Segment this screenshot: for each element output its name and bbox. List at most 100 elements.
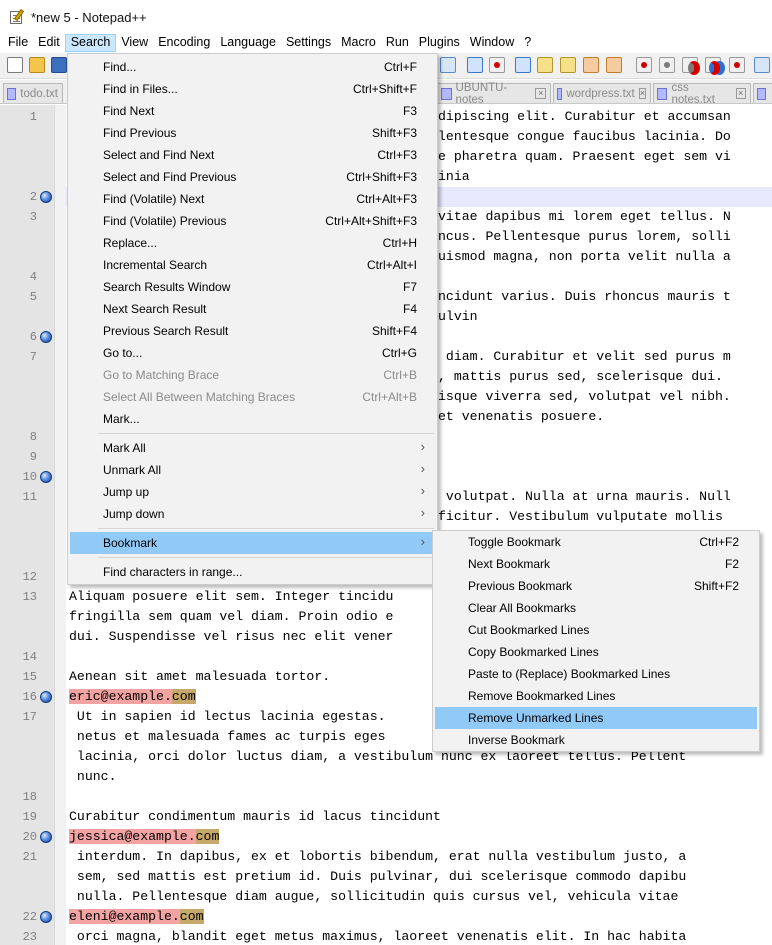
menu-item-next-bookmark[interactable]: Next Bookmark F2 [435, 553, 757, 575]
open-file-icon[interactable] [29, 57, 45, 73]
menu-item-mark[interactable]: Mark... [70, 408, 435, 430]
line-number: 23 [22, 930, 37, 944]
menu-window[interactable]: Window [465, 34, 519, 52]
chevron-right-icon: › [420, 505, 425, 520]
close-tab-icon[interactable]: × [535, 88, 546, 99]
indent-guide-icon[interactable] [515, 57, 531, 73]
line-number: 13 [22, 590, 37, 604]
new-file-icon[interactable] [7, 57, 23, 73]
close-tab-icon[interactable]: × [735, 88, 746, 99]
menu-item-select-find-next[interactable]: Select and Find Next Ctrl+F3 [70, 144, 435, 166]
bookmark-icon[interactable] [40, 471, 52, 483]
line-number: 3 [29, 210, 37, 224]
menu-encoding[interactable]: Encoding [153, 34, 215, 52]
menu-item-toggle-bookmark[interactable]: Toggle Bookmark Ctrl+F2 [435, 531, 757, 553]
tab-ubuntu-notes[interactable]: UBUNTU-notes × [437, 82, 551, 106]
menu-item-remove-unmarked-lines[interactable]: Remove Unmarked Lines [435, 707, 757, 729]
menu-item-bookmark[interactable]: Bookmark › [70, 532, 435, 554]
menu-item-unmark-all[interactable]: Unmark All › [70, 459, 435, 481]
more-toolbar-icon[interactable] [754, 57, 770, 73]
file-icon [657, 87, 668, 100]
show-all-chars-icon[interactable] [489, 57, 505, 73]
word-wrap-icon[interactable] [467, 57, 483, 73]
menu-item-go-to-matching-brace[interactable]: Go to Matching Brace Ctrl+B [70, 364, 435, 386]
menu-item-find-characters-in-range[interactable]: Find characters in range... [70, 561, 435, 583]
menu-item-replace[interactable]: Replace... Ctrl+H [70, 232, 435, 254]
chevron-right-icon: › [420, 461, 425, 476]
user-lang-icon[interactable] [537, 57, 553, 73]
code-line: volutpat. Nulla at urna mauris. Null [438, 489, 731, 504]
line-number-gutter[interactable]: 1 2 3 4 5 6 7 8 9 10 11 12 13 14 15 16 1… [0, 105, 54, 945]
menu-macro[interactable]: Macro [336, 34, 381, 52]
code-line: et venenatis posuere. [438, 409, 605, 424]
tab-todo[interactable]: todo.txt [3, 83, 63, 103]
save-macro-icon[interactable] [729, 57, 745, 73]
close-tab-icon[interactable]: × [638, 88, 646, 99]
menu-item-jump-down[interactable]: Jump down › [70, 503, 435, 525]
email-line: eleni@example.com [69, 907, 204, 927]
line-number: 16 [22, 690, 37, 704]
code-line: inia [438, 169, 470, 184]
menu-search[interactable]: Search [64, 34, 117, 52]
bookmark-icon[interactable] [40, 191, 52, 203]
bookmark-icon[interactable] [40, 831, 52, 843]
menu-item-incremental-search[interactable]: Incremental Search Ctrl+Alt+I [70, 254, 435, 276]
menu-item-previous-search-result[interactable]: Previous Search Result Shift+F4 [70, 320, 435, 342]
menu-item-find-volatile-next[interactable]: Find (Volatile) Next Ctrl+Alt+F3 [70, 188, 435, 210]
menu-item-go-to[interactable]: Go to... Ctrl+G [70, 342, 435, 364]
email-line: eric@example.com [69, 687, 196, 707]
menu-item-find-in-files[interactable]: Find in Files... Ctrl+Shift+F [70, 78, 435, 100]
bookmark-icon[interactable] [40, 911, 52, 923]
tab-css-notes[interactable]: css notes.txt × [653, 82, 751, 106]
menu-item-find-previous[interactable]: Find Previous Shift+F3 [70, 122, 435, 144]
menu-settings[interactable]: Settings [281, 34, 336, 52]
menu-item-jump-up[interactable]: Jump up › [70, 481, 435, 503]
line-number: 2 [29, 190, 37, 204]
zoom-icon[interactable] [440, 57, 456, 73]
menu-plugins[interactable]: Plugins [414, 34, 465, 52]
menu-item-find-next[interactable]: Find Next F3 [70, 100, 435, 122]
bookmark-icon[interactable] [40, 331, 52, 343]
menu-help[interactable]: ? [519, 34, 536, 52]
code-line: uismod magna, non porta velit nulla a [438, 249, 731, 264]
menu-item-mark-all[interactable]: Mark All › [70, 437, 435, 459]
code-line: orci magna, blandit eget metus maximus, … [69, 929, 687, 944]
menu-view[interactable]: View [116, 34, 153, 52]
doc-map-icon[interactable] [560, 57, 576, 73]
record-macro-icon[interactable] [636, 57, 652, 73]
stop-macro-icon[interactable] [659, 57, 675, 73]
code-line: netus et malesuada fames ac turpis eges [69, 729, 386, 744]
menu-item-previous-bookmark[interactable]: Previous Bookmark Shift+F2 [435, 575, 757, 597]
code-line: ncidunt varius. Duis rhoncus mauris t [438, 289, 731, 304]
menu-file[interactable]: File [3, 34, 33, 52]
menu-item-find[interactable]: Find... Ctrl+F [70, 56, 435, 78]
code-line: ulvin [438, 309, 478, 324]
code-line: Aliquam posuere elit sem. Integer tincid… [69, 589, 394, 604]
run-macro-multiple-icon[interactable] [705, 57, 721, 75]
play-macro-icon[interactable] [682, 57, 700, 75]
menu-item-select-between-braces[interactable]: Select All Between Matching Braces Ctrl+A… [70, 386, 435, 408]
code-line: isque viverra sed, volutpat vel nibh. [438, 389, 731, 404]
folder-workspace-icon[interactable] [606, 57, 622, 73]
menu-item-copy-bookmarked-lines[interactable]: Copy Bookmarked Lines [435, 641, 757, 663]
fold-margin[interactable] [54, 105, 66, 945]
save-icon[interactable] [51, 57, 67, 73]
tab-wordpress[interactable]: wordpress.txt × [553, 83, 651, 103]
menu-edit[interactable]: Edit [33, 34, 65, 52]
menu-item-find-volatile-previous[interactable]: Find (Volatile) Previous Ctrl+Alt+Shift+F… [70, 210, 435, 232]
menu-item-next-search-result[interactable]: Next Search Result F4 [70, 298, 435, 320]
menu-item-remove-bookmarked-lines[interactable]: Remove Bookmarked Lines [435, 685, 757, 707]
tab-overflow[interactable] [753, 83, 772, 103]
menu-item-select-find-previous[interactable]: Select and Find Previous Ctrl+Shift+F3 [70, 166, 435, 188]
menu-item-inverse-bookmark[interactable]: Inverse Bookmark [435, 729, 757, 751]
line-number: 6 [29, 330, 37, 344]
menu-run[interactable]: Run [381, 34, 414, 52]
function-list-icon[interactable] [583, 57, 599, 73]
menu-language[interactable]: Language [215, 34, 281, 52]
menu-item-search-results-window[interactable]: Search Results Window F7 [70, 276, 435, 298]
bookmark-icon[interactable] [40, 691, 52, 703]
menu-item-paste-bookmarked-lines[interactable]: Paste to (Replace) Bookmarked Lines [435, 663, 757, 685]
email-line: jessica@example.com [69, 827, 220, 847]
menu-item-cut-bookmarked-lines[interactable]: Cut Bookmarked Lines [435, 619, 757, 641]
menu-item-clear-all-bookmarks[interactable]: Clear All Bookmarks [435, 597, 757, 619]
